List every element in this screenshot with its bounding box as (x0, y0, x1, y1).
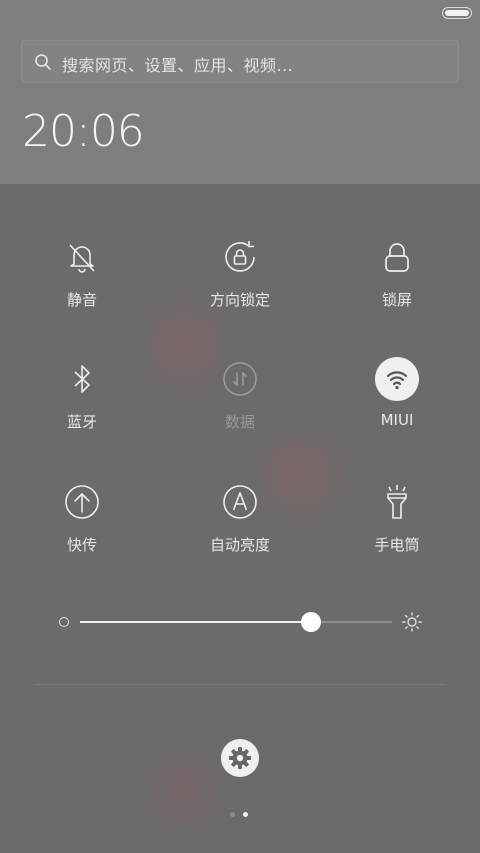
toggle-wifi[interactable]: MIUI (327, 357, 467, 449)
battery-icon (442, 7, 472, 19)
rotation-lock-icon (225, 241, 255, 272)
search-placeholder: 搜索网页、设置、应用、视频... (62, 56, 294, 75)
search-bar[interactable]: 搜索网页、设置、应用、视频... (21, 40, 459, 83)
search-icon (35, 54, 51, 70)
toggle-label: 快传 (66, 536, 97, 554)
toggle-label: 方向锁定 (209, 291, 270, 309)
divider (35, 684, 445, 685)
toggle-label: 锁屏 (381, 291, 412, 309)
lock-icon (385, 243, 409, 272)
toggle-label: 蓝牙 (66, 413, 97, 431)
brightness-knob[interactable] (300, 612, 321, 632)
toggle-quick-transfer[interactable]: 快传 (12, 482, 152, 572)
toggle-rotation-lock[interactable]: 方向锁定 (170, 237, 310, 327)
brightness-min-icon (59, 617, 69, 627)
mobile-data-icon (223, 362, 257, 396)
clock[interactable]: 20:06 (22, 106, 145, 157)
toggle-label: 自动亮度 (209, 536, 270, 554)
toggle-flashlight[interactable]: 手电筒 (327, 482, 467, 572)
page-indicator-dot (230, 812, 235, 817)
toggle-lock-screen[interactable]: 锁屏 (327, 237, 467, 327)
toggle-bluetooth[interactable]: 蓝牙 (12, 359, 152, 449)
toggle-auto-brightness[interactable]: 自动亮度 (170, 482, 310, 572)
upload-icon (65, 485, 99, 519)
brightness-max-icon (402, 612, 422, 632)
page-indicator-dot-active (243, 812, 248, 817)
wifi-icon (375, 357, 419, 401)
toggle-label: 静音 (66, 291, 97, 309)
toggle-mute[interactable]: 静音 (12, 237, 152, 327)
toggle-label: MIUI (380, 411, 414, 429)
flashlight-icon (387, 485, 407, 519)
gear-icon (229, 747, 251, 769)
wallpaper-blur (155, 760, 215, 820)
toggle-mobile-data[interactable]: 数据 (170, 359, 310, 449)
bluetooth-icon (74, 365, 90, 393)
settings-button[interactable] (221, 739, 259, 777)
toggle-label: 数据 (224, 413, 255, 431)
brightness-fill (80, 621, 311, 623)
toggle-label: 手电筒 (374, 536, 420, 554)
auto-brightness-icon (223, 485, 257, 519)
bell-off-icon (69, 244, 95, 273)
